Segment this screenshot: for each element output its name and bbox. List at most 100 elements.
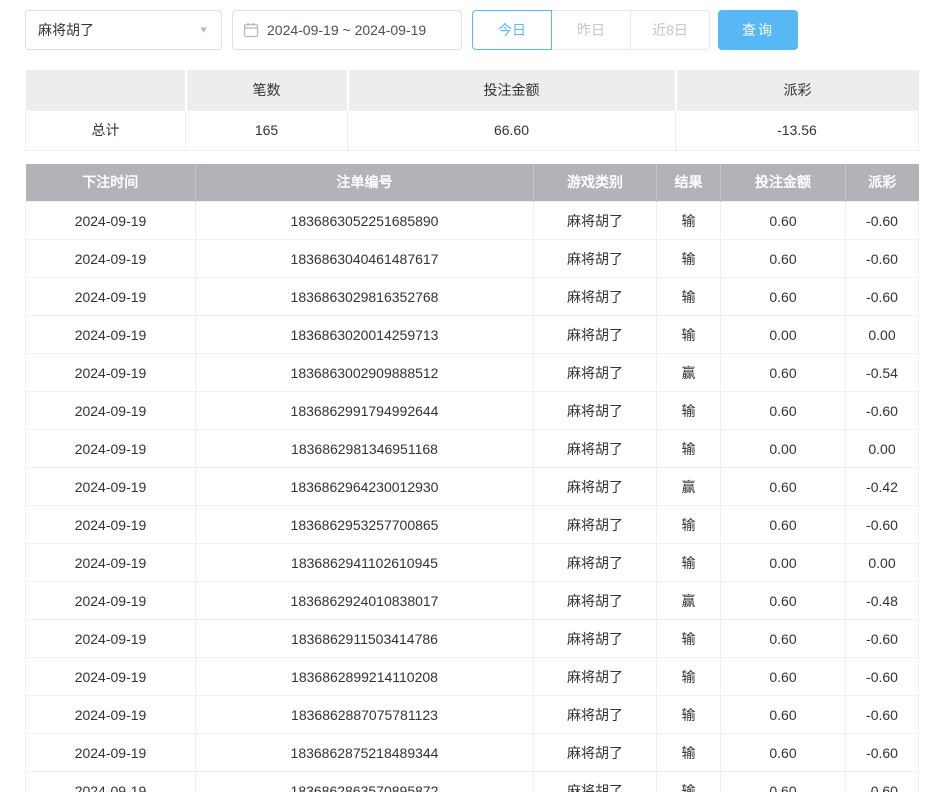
cell-bet-time: 2024-09-19	[26, 696, 196, 734]
cell-payout: -0.60	[846, 278, 919, 316]
quick-date-group: 今日 昨日 近8日	[472, 10, 710, 50]
table-row: 2024-09-19 1836862924010838017 麻将胡了 赢 0.…	[26, 582, 919, 620]
cell-bet-time: 2024-09-19	[26, 734, 196, 772]
cell-payout: -0.60	[846, 734, 919, 772]
table-row: 2024-09-19 1836862953257700865 麻将胡了 输 0.…	[26, 506, 919, 544]
cell-game-type: 麻将胡了	[534, 620, 657, 658]
cell-bet-amount: 0.60	[721, 202, 846, 240]
cell-payout: -0.54	[846, 354, 919, 392]
date-range-input[interactable]: 2024-09-19 ~ 2024-09-19	[232, 10, 462, 50]
cell-bet-time: 2024-09-19	[26, 202, 196, 240]
cell-order-id: 1836862899214110208	[196, 658, 534, 696]
cell-order-id: 1836862863570895872	[196, 772, 534, 792]
quick-btn-yesterday[interactable]: 昨日	[552, 10, 631, 50]
cell-payout: -0.60	[846, 772, 919, 792]
table-row: 2024-09-19 1836862887075781123 麻将胡了 输 0.…	[26, 696, 919, 734]
quick-btn-today-label: 今日	[498, 20, 526, 40]
cell-payout: -0.60	[846, 658, 919, 696]
table-row: 2024-09-19 1836863040461487617 麻将胡了 输 0.…	[26, 240, 919, 278]
game-select-value: 麻将胡了	[38, 20, 94, 40]
cell-result: 赢	[657, 582, 721, 620]
cell-result: 输	[657, 658, 721, 696]
cell-bet-time: 2024-09-19	[26, 468, 196, 506]
table-row: 2024-09-19 1836862941102610945 麻将胡了 输 0.…	[26, 544, 919, 582]
cell-order-id: 1836862981346951168	[196, 430, 534, 468]
cell-bet-amount: 0.00	[721, 544, 846, 582]
cell-bet-time: 2024-09-19	[26, 430, 196, 468]
cell-game-type: 麻将胡了	[534, 734, 657, 772]
cell-order-id: 1836863052251685890	[196, 202, 534, 240]
cell-game-type: 麻将胡了	[534, 202, 657, 240]
cell-bet-amount: 0.60	[721, 734, 846, 772]
cell-bet-time: 2024-09-19	[26, 316, 196, 354]
table-row: 2024-09-19 1836863029816352768 麻将胡了 输 0.…	[26, 278, 919, 316]
cell-bet-amount: 0.60	[721, 468, 846, 506]
summary-header-count: 笔数	[186, 70, 348, 110]
cell-order-id: 1836862911503414786	[196, 620, 534, 658]
cell-order-id: 1836863020014259713	[196, 316, 534, 354]
table-row: 2024-09-19 1836862911503414786 麻将胡了 输 0.…	[26, 620, 919, 658]
summary-total-bet-amount: 66.60	[348, 110, 676, 150]
cell-bet-amount: 0.60	[721, 582, 846, 620]
cell-payout: 0.00	[846, 430, 919, 468]
bet-table: 下注时间 注单编号 游戏类别 结果 投注金额 派彩 2024-09-19 183…	[25, 164, 919, 792]
cell-game-type: 麻将胡了	[534, 316, 657, 354]
summary-total-row: 总计 165 66.60 -13.56	[26, 110, 919, 150]
cell-bet-amount: 0.60	[721, 240, 846, 278]
cell-bet-time: 2024-09-19	[26, 658, 196, 696]
bet-table-header-row: 下注时间 注单编号 游戏类别 结果 投注金额 派彩	[26, 164, 919, 202]
cell-order-id: 1836863029816352768	[196, 278, 534, 316]
cell-result: 输	[657, 696, 721, 734]
table-row: 2024-09-19 1836862964230012930 麻将胡了 赢 0.…	[26, 468, 919, 506]
cell-game-type: 麻将胡了	[534, 392, 657, 430]
cell-result: 赢	[657, 354, 721, 392]
cell-order-id: 1836862887075781123	[196, 696, 534, 734]
cell-result: 输	[657, 772, 721, 792]
quick-btn-last8days[interactable]: 近8日	[631, 10, 710, 50]
cell-result: 输	[657, 544, 721, 582]
summary-table: 笔数 投注金额 派彩 总计 165 66.60 -13.56	[25, 70, 919, 151]
header-game-type: 游戏类别	[534, 164, 657, 202]
cell-bet-time: 2024-09-19	[26, 392, 196, 430]
cell-result: 输	[657, 202, 721, 240]
calendar-icon	[243, 22, 259, 38]
cell-game-type: 麻将胡了	[534, 544, 657, 582]
cell-result: 输	[657, 430, 721, 468]
cell-bet-amount: 0.60	[721, 696, 846, 734]
search-button[interactable]: 查询	[718, 10, 798, 50]
cell-bet-amount: 0.60	[721, 506, 846, 544]
cell-bet-time: 2024-09-19	[26, 582, 196, 620]
cell-bet-time: 2024-09-19	[26, 354, 196, 392]
summary-header-bet-amount: 投注金额	[348, 70, 676, 110]
cell-result: 输	[657, 240, 721, 278]
cell-bet-amount: 0.60	[721, 620, 846, 658]
table-row: 2024-09-19 1836862991794992644 麻将胡了 输 0.…	[26, 392, 919, 430]
cell-game-type: 麻将胡了	[534, 354, 657, 392]
cell-result: 输	[657, 506, 721, 544]
cell-bet-time: 2024-09-19	[26, 240, 196, 278]
game-select[interactable]: 麻将胡了 ▼	[25, 10, 222, 50]
table-row: 2024-09-19 1836862863570895872 麻将胡了 输 0.…	[26, 772, 919, 792]
cell-bet-time: 2024-09-19	[26, 506, 196, 544]
summary-total-payout: -13.56	[676, 110, 919, 150]
quick-btn-today[interactable]: 今日	[472, 10, 552, 50]
cell-result: 输	[657, 620, 721, 658]
cell-bet-amount: 0.60	[721, 354, 846, 392]
cell-game-type: 麻将胡了	[534, 582, 657, 620]
header-order-id: 注单编号	[196, 164, 534, 202]
table-row: 2024-09-19 1836862981346951168 麻将胡了 输 0.…	[26, 430, 919, 468]
cell-result: 输	[657, 392, 721, 430]
cell-order-id: 1836862941102610945	[196, 544, 534, 582]
cell-order-id: 1836862991794992644	[196, 392, 534, 430]
table-row: 2024-09-19 1836863002909888512 麻将胡了 赢 0.…	[26, 354, 919, 392]
cell-game-type: 麻将胡了	[534, 506, 657, 544]
cell-bet-time: 2024-09-19	[26, 620, 196, 658]
cell-game-type: 麻将胡了	[534, 696, 657, 734]
cell-payout: -0.60	[846, 620, 919, 658]
cell-payout: -0.42	[846, 468, 919, 506]
summary-total-label: 总计	[26, 110, 186, 150]
summary-header-empty	[26, 70, 186, 110]
cell-game-type: 麻将胡了	[534, 240, 657, 278]
cell-payout: -0.60	[846, 392, 919, 430]
cell-order-id: 1836862924010838017	[196, 582, 534, 620]
